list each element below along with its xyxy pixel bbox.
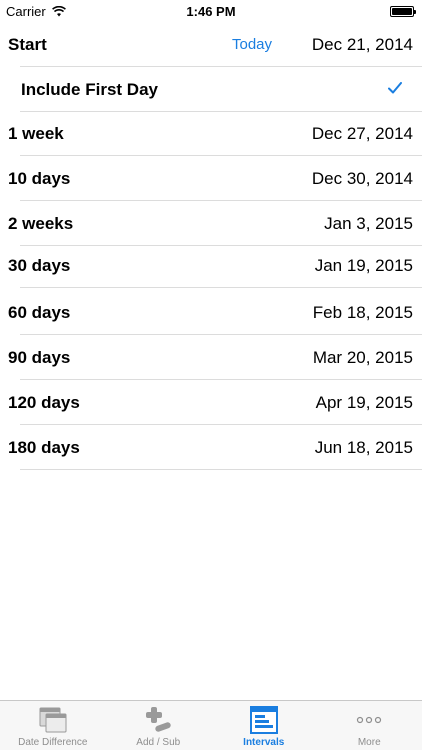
status-bar: Carrier 1:46 PM	[0, 0, 422, 22]
interval-label: 10 days	[8, 168, 71, 188]
interval-date: Dec 30, 2014	[311, 168, 413, 188]
calendar-stack-icon	[38, 706, 68, 734]
interval-row[interactable]: 30 days Jan 19, 2015	[0, 243, 422, 288]
checkmark-icon[interactable]	[388, 81, 402, 99]
interval-date: Feb 18, 2015	[312, 302, 413, 322]
tab-more[interactable]: More	[317, 701, 422, 750]
tab-date-difference[interactable]: Date Difference	[0, 701, 106, 750]
interval-date: Jun 18, 2015	[314, 437, 413, 457]
tab-intervals[interactable]: Intervals	[211, 701, 317, 750]
interval-row[interactable]: 180 days Jun 18, 2015	[0, 425, 422, 470]
battery-icon	[390, 6, 416, 17]
include-first-day-row[interactable]: Include First Day	[0, 67, 422, 112]
row-separator	[20, 287, 422, 288]
tab-label: Add / Sub	[136, 737, 181, 748]
interval-row[interactable]: 1 week Dec 27, 2014	[0, 111, 422, 156]
interval-row[interactable]: 60 days Feb 18, 2015	[0, 290, 422, 335]
interval-label: 2 weeks	[8, 213, 74, 233]
plus-minus-icon	[143, 706, 173, 734]
interval-date: Dec 27, 2014	[311, 123, 413, 143]
today-button[interactable]: Today	[232, 36, 272, 53]
interval-row[interactable]: 90 days Mar 20, 2015	[0, 335, 422, 380]
interval-label: 90 days	[8, 347, 71, 367]
start-label: Start	[8, 34, 47, 54]
interval-date: Mar 20, 2015	[312, 347, 413, 367]
intervals-icon	[249, 706, 278, 734]
interval-label: 120 days	[8, 392, 80, 412]
tab-label: Intervals	[243, 737, 285, 748]
row-separator	[20, 469, 422, 470]
interval-label: 180 days	[8, 437, 80, 457]
interval-label: 1 week	[8, 123, 64, 143]
interval-date: Apr 19, 2015	[315, 392, 413, 412]
interval-label: 30 days	[8, 255, 71, 275]
interval-date: Jan 19, 2015	[314, 255, 413, 275]
start-date[interactable]: Dec 21, 2014	[312, 35, 413, 55]
interval-date: Jan 3, 2015	[324, 213, 413, 233]
interval-label: 60 days	[8, 302, 71, 322]
tab-add-sub[interactable]: Add / Sub	[106, 701, 212, 750]
interval-row[interactable]: 10 days Dec 30, 2014	[0, 156, 422, 201]
interval-row[interactable]: 2 weeks Jan 3, 2015	[0, 201, 422, 246]
more-dots-icon	[354, 706, 384, 734]
start-row[interactable]: Start Today Dec 21, 2014	[0, 22, 422, 67]
status-time: 1:46 PM	[186, 4, 236, 19]
tab-label: Date Difference	[18, 737, 88, 748]
include-first-day-label: Include First Day	[21, 79, 158, 99]
tab-label: More	[357, 737, 381, 748]
tab-bar: Date Difference Add / Sub Intervals More	[0, 700, 422, 750]
interval-row[interactable]: 120 days Apr 19, 2015	[0, 380, 422, 425]
